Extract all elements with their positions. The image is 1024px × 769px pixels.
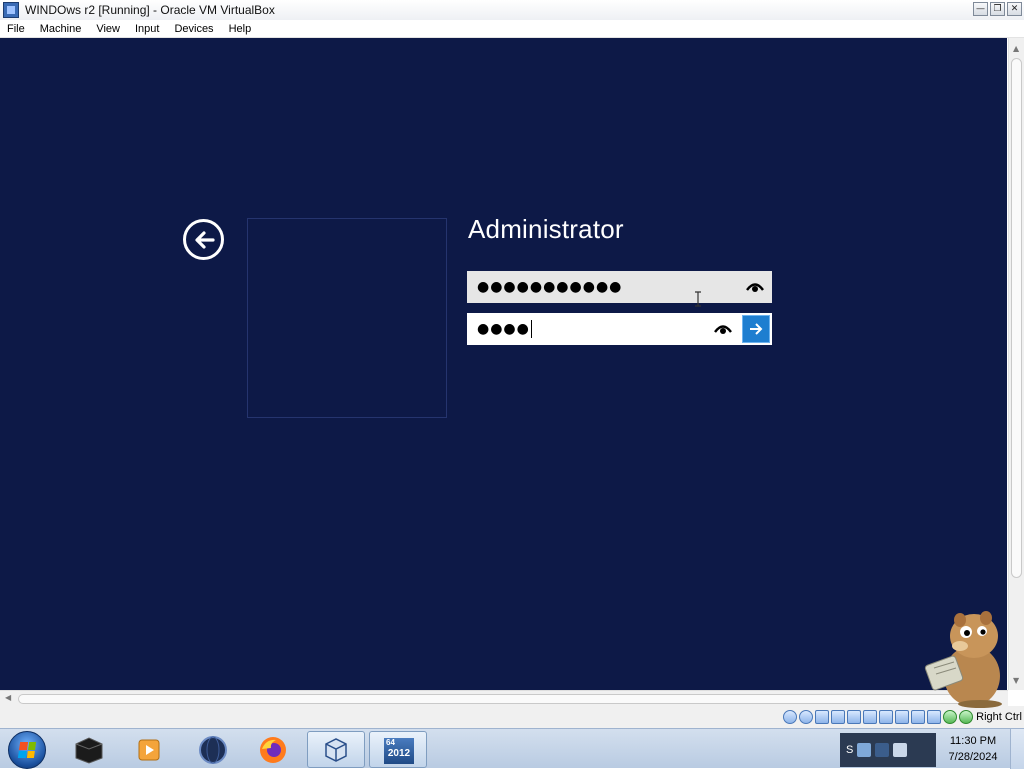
clock-date: 7/28/2024 <box>948 751 998 763</box>
hard-disk-icon[interactable] <box>783 710 798 724</box>
taskbar-clock[interactable]: 11:30 PM 7/28/2024 <box>944 733 1002 765</box>
submit-button[interactable] <box>742 315 770 343</box>
clock-time: 11:30 PM <box>949 735 997 747</box>
restore-button[interactable]: ❐ <box>990 2 1005 16</box>
taskbar-virtualbox-app[interactable] <box>307 731 365 768</box>
network-icon[interactable] <box>831 710 846 724</box>
tray-monitor-icon[interactable] <box>875 743 890 757</box>
reveal-password-eye-icon[interactable] <box>745 277 765 297</box>
window-title-bar: WINDOws r2 [Running] - Oracle VM Virtual… <box>0 0 1024 20</box>
tray-text: S <box>846 744 854 756</box>
keyboard-capture-icon[interactable] <box>959 710 974 724</box>
close-button[interactable]: ✕ <box>1007 2 1022 16</box>
firefox-icon <box>260 736 286 763</box>
video-capture-icon[interactable] <box>895 710 910 724</box>
system-tray: S <box>840 733 936 767</box>
shared-folders-icon[interactable] <box>863 710 878 724</box>
menu-file[interactable]: File <box>0 23 33 35</box>
taskbar-terminal-app[interactable] <box>60 731 118 768</box>
password-value: ●●●●●●●●●●● <box>477 279 623 295</box>
user-avatar-tile <box>247 218 447 418</box>
scroll-thumb[interactable] <box>1011 58 1022 578</box>
vertical-scrollbar[interactable]: ▲ ▼ <box>1008 38 1024 690</box>
hamster-reading-mascot-icon <box>924 611 1002 708</box>
mouse-integration-icon[interactable] <box>927 710 942 724</box>
back-arrow-icon <box>194 230 215 249</box>
minimize-button[interactable]: — <box>973 2 988 16</box>
vm-display[interactable]: Administrator ●●●●●●●●●●● ●●●● <box>0 38 1007 690</box>
window-controls: — ❐ ✕ <box>973 2 1022 16</box>
show-desktop-button[interactable] <box>1010 729 1024 769</box>
menu-bar: File Machine View Input Devices Help <box>0 20 1024 38</box>
display-icon[interactable] <box>879 710 894 724</box>
globe-icon <box>199 735 227 764</box>
scroll-down-icon[interactable]: ▼ <box>1013 676 1019 685</box>
audio-icon[interactable] <box>815 710 830 724</box>
tray-volume-icon[interactable] <box>893 743 908 757</box>
taskbar-windows-server-app[interactable]: 64 2012 <box>369 731 427 768</box>
scroll-thumb[interactable] <box>18 694 990 704</box>
menu-help[interactable]: Help <box>222 23 260 35</box>
host-key-label: Right Ctrl <box>976 711 1022 723</box>
text-caret <box>530 320 532 338</box>
host-taskbar: 64 2012 S 11:30 PM 7/28/2024 <box>0 728 1024 769</box>
password-field-new[interactable]: ●●●● <box>467 313 772 345</box>
tray-app-icon[interactable] <box>857 743 872 757</box>
start-button[interactable] <box>8 731 46 769</box>
window-title: WINDOws r2 [Running] - Oracle VM Virtual… <box>25 3 275 17</box>
arrow-right-icon <box>750 323 763 335</box>
windows-logo-icon <box>17 742 37 758</box>
username-label: Administrator <box>468 214 624 244</box>
menu-devices[interactable]: Devices <box>167 23 221 35</box>
taskbar-media-player-app[interactable] <box>120 731 178 768</box>
password-value: ●●●● <box>477 320 532 338</box>
optical-drive-icon[interactable] <box>799 710 814 724</box>
vm-status-bar: Right Ctrl <box>0 706 1024 728</box>
usb-icon[interactable] <box>847 710 862 724</box>
virtualbox-cube-icon <box>325 737 347 762</box>
scroll-left-icon[interactable]: ◀ <box>5 693 11 702</box>
back-button[interactable] <box>183 219 224 260</box>
scroll-up-icon[interactable]: ▲ <box>1013 44 1019 53</box>
password-field-current[interactable]: ●●●●●●●●●●● <box>467 271 772 303</box>
virtualbox-icon <box>3 2 19 18</box>
virtualization-icon[interactable] <box>911 710 926 724</box>
cpu-activity-icon[interactable] <box>943 710 958 724</box>
server-2012-badge-icon: 64 2012 <box>384 738 414 764</box>
terminal-box-icon <box>75 736 103 764</box>
taskbar-firefox-app[interactable] <box>244 731 302 768</box>
horizontal-scrollbar[interactable]: ◀ <box>0 690 1008 706</box>
reveal-password-eye-icon[interactable] <box>713 319 733 339</box>
media-player-icon <box>138 739 160 760</box>
menu-machine[interactable]: Machine <box>33 23 90 35</box>
menu-view[interactable]: View <box>89 23 128 35</box>
menu-input[interactable]: Input <box>128 23 167 35</box>
text-cursor-icon <box>695 291 701 307</box>
taskbar-browser-sphere-app[interactable] <box>184 731 242 768</box>
